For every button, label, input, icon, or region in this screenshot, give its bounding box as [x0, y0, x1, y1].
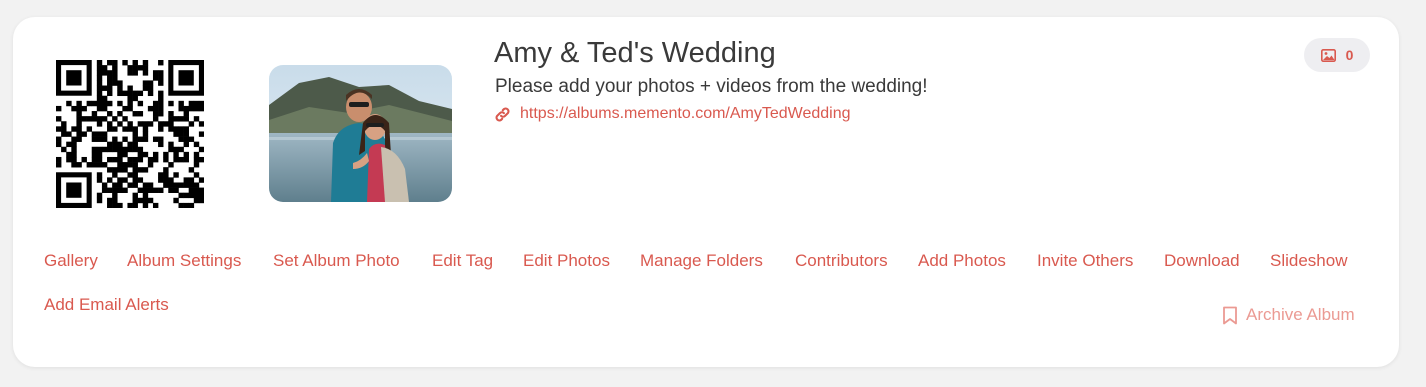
album-card: Amy & Ted's Wedding Please add your phot…	[13, 17, 1399, 367]
nav-download[interactable]: Download	[1164, 251, 1240, 271]
bookmark-icon	[1223, 306, 1237, 324]
nav-slideshow[interactable]: Slideshow	[1270, 251, 1348, 271]
image-icon	[1320, 48, 1336, 62]
nav-edit-tag[interactable]: Edit Tag	[432, 251, 493, 271]
nav-invite-others[interactable]: Invite Others	[1037, 251, 1133, 271]
archive-album-button[interactable]: Archive Album	[1222, 305, 1355, 325]
archive-album-label: Archive Album	[1246, 305, 1355, 324]
album-url-link[interactable]: https://albums.memento.com/AmyTedWedding	[520, 105, 851, 123]
photo-count-badge[interactable]: 0	[1304, 38, 1370, 72]
album-cover-photo	[269, 65, 452, 202]
album-url-row: https://albums.memento.com/AmyTedWedding	[494, 105, 851, 123]
photo-count-value: 0	[1345, 47, 1354, 63]
nav-edit-photos[interactable]: Edit Photos	[523, 251, 610, 271]
nav-gallery[interactable]: Gallery	[44, 251, 98, 271]
nav-add-email-alerts[interactable]: Add Email Alerts	[44, 295, 169, 315]
nav-album-settings[interactable]: Album Settings	[127, 251, 241, 271]
nav-contributors[interactable]: Contributors	[795, 251, 888, 271]
link-icon	[495, 107, 510, 121]
album-subtitle: Please add your photos + videos from the…	[495, 76, 928, 97]
qr-code-graphic	[56, 60, 205, 209]
nav-manage-folders[interactable]: Manage Folders	[640, 251, 763, 271]
nav-add-photos[interactable]: Add Photos	[918, 251, 1006, 271]
album-title: Amy & Ted's Wedding	[494, 37, 776, 69]
couple-photo-image	[269, 65, 452, 202]
nav-set-album-photo[interactable]: Set Album Photo	[273, 251, 400, 271]
qr-code	[56, 60, 205, 209]
